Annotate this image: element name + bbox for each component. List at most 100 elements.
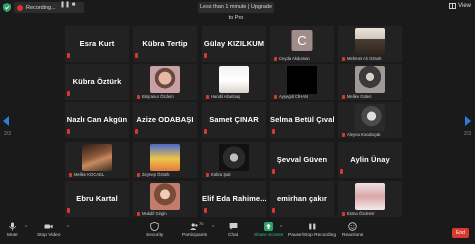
participant-name-small: Mehmet Alı Ozturk [347,56,382,61]
participant-tile[interactable]: Selma Betül Çıvak [270,102,334,138]
participant-tile[interactable]: Handil Altunbaş [202,64,266,100]
muted-microphone-icon [272,208,275,213]
muted-microphone-icon [342,94,345,99]
participant-tile[interactable]: Esma Özdemir [338,181,402,217]
participant-name: emirhan çakır [276,194,328,203]
participant-tile[interactable]: Zeynep Öztürk [133,142,197,178]
participant-tile[interactable]: Elif Eda Rahime... [202,181,266,217]
participant-tile[interactable]: Ayşegül CİHAN [270,64,334,100]
participant-tile[interactable]: Esra Kurt [65,26,129,62]
participant-name-small: Melike KOCAEL [74,172,105,177]
participant-name-small: Aleyna Kocabıçak [347,132,381,137]
participant-tile[interactable]: Azize ODABAŞI [133,102,197,138]
chat-label: Chat [228,233,239,238]
previous-page-arrow-icon[interactable] [3,116,9,126]
participant-tile[interactable]: Kübra Tertip [133,26,197,62]
reactions-label: Reactions [342,233,364,238]
profile-photo [355,104,385,131]
view-button[interactable]: View [449,3,471,9]
participant-tile[interactable]: Kübra Şak [202,142,266,178]
participants-count: 70 [199,221,204,226]
participant-name: Kübra Öztürk [72,77,122,86]
pause-recording-icon[interactable]: ❚❚ [60,2,70,9]
participant-tile[interactable]: Gülay KIZILKUM [202,26,266,62]
page-indicator-left: 2/3 [4,131,11,137]
participant-tile[interactable]: Samet ÇINAR [202,102,266,138]
stop-video-label: Stop Video [37,233,61,238]
mute-button[interactable]: Mute [7,222,18,238]
muted-microphone-icon [67,129,70,134]
participants-button[interactable]: 70 Participants [182,221,208,238]
participants-options-chevron-icon[interactable]: ^ [212,225,214,231]
muted-microphone-icon [272,169,275,174]
participant-label: Ayşegül CİHAN [274,94,308,99]
participants-label: Participants [182,233,208,238]
share-screen-icon [264,222,274,231]
muted-microphone-icon [204,53,207,58]
participant-name: Esra Kurt [79,39,115,48]
participant-tile[interactable]: Aylin Ünay [338,142,402,178]
muted-microphone-icon [137,211,140,216]
video-options-chevron-icon[interactable]: ^ [67,225,69,231]
share-screen-button[interactable]: Share Screen [254,222,283,238]
participant-tile[interactable]: Melike Gülen [338,64,402,100]
view-label: View [458,3,471,9]
zoom-meeting-window: Recording... ❚❚ ■ Less than 1 minute | U… [0,0,475,244]
share-screen-label: Share Screen [254,233,284,238]
participant-tile[interactable]: Mukdif Girgin [133,181,197,217]
chat-bubble-icon [229,223,237,230]
muted-microphone-icon [272,129,275,134]
chat-button[interactable]: Chat [228,222,238,238]
security-button[interactable]: Security [146,222,163,238]
stop-video-button[interactable]: Stop Video [37,222,60,238]
profile-photo [82,144,112,171]
participant-tile[interactable]: emirhan çakır [270,181,334,217]
participant-tile[interactable]: Büşranur Özdem [133,64,197,100]
microphone-icon [8,222,16,231]
profile-photo [355,66,385,93]
muted-microphone-icon [67,208,70,213]
muted-microphone-icon [274,56,277,61]
security-label: Security [146,233,164,238]
participant-name-small: Mukdif Girgin [142,211,167,216]
participant-label: Mehmet Alı Ozturk [342,56,381,61]
profile-photo [150,144,180,171]
share-options-chevron-icon[interactable]: ^ [280,225,282,231]
reactions-button[interactable]: Reactions [342,222,363,238]
stop-recording-icon[interactable]: ■ [70,2,77,9]
muted-microphone-icon [274,94,277,99]
participant-name: Azize ODABAŞI [136,115,194,124]
grid-view-icon [449,3,457,9]
participant-name: Gülay KIZILKUM [203,39,265,48]
participant-label: Melike KOCAEL [69,172,104,177]
participant-tile[interactable]: Ebru Kartal [65,181,129,217]
participant-name-small: Ayşegül CİHAN [279,94,309,99]
shield-icon[interactable] [3,3,11,12]
muted-microphone-icon [137,172,140,177]
participant-tile[interactable]: Şevval Güven [270,142,334,178]
participant-name: Kübra Tertip [142,39,188,48]
next-page-arrow-icon[interactable] [465,116,471,126]
pause-stop-recording-label: Pause/Stop Recording [288,233,336,238]
participant-tile[interactable]: Kübra Öztürk [65,64,129,100]
participant-tile[interactable]: Mehmet Alı Ozturk [338,26,402,62]
participant-name: Selma Betül Çıvak [270,115,334,124]
end-meeting-button[interactable]: End [452,228,469,238]
smiley-face-icon [348,222,357,231]
muted-microphone-icon [135,129,138,134]
participant-label: Aleyna Kocabıçak [342,132,381,137]
audio-options-chevron-icon[interactable]: ^ [25,225,27,231]
participant-label: Zeynep Öztürk [137,172,169,177]
pause-stop-recording-button[interactable]: Pause/Stop Recording [288,222,336,238]
participant-name: Ebru Kartal [76,194,118,203]
muted-microphone-icon [342,211,345,216]
participant-name: Samet ÇINAR [209,115,259,124]
muted-microphone-icon [67,53,70,58]
participant-label: Ceyda Akduman [274,56,310,61]
participant-tile[interactable]: Melike KOCAEL [65,142,129,178]
participant-tile[interactable]: Aleyna Kocabıçak [338,102,402,138]
participant-name-small: Esma Özdemir [347,211,375,216]
participant-tile[interactable]: Nazlı Can Akgün [65,102,129,138]
meeting-timer-banner[interactable]: Less than 1 minute | Upgrade to Pro [198,2,274,21]
participant-tile[interactable]: C Ceyda Akduman [270,26,334,62]
